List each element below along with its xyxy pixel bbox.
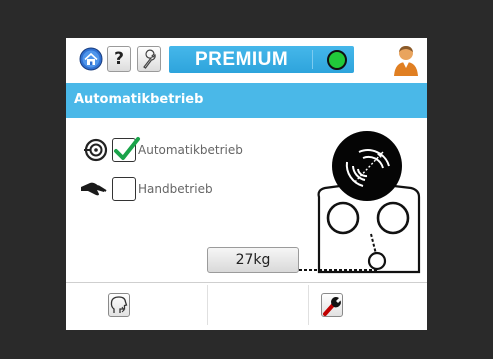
divider [308,285,309,325]
page-title: Automatikbetrieb [74,92,204,107]
user-avatar-icon[interactable] [392,43,420,77]
premium-banner: PREMIUM [169,46,354,73]
weight-display[interactable]: 27kg [207,247,299,273]
weight-connector [299,269,377,271]
help-button[interactable]: ? [107,46,131,72]
speech-head-icon [110,296,128,313]
settings-button[interactable] [321,293,343,317]
auto-spiral-icon [84,138,108,162]
device-screen: ? PREMIUM Automatikbetrieb Automatikbetr… [66,38,427,330]
checkmark-icon [114,137,140,160]
hand-icon [81,182,107,196]
wrench-outline-icon [143,49,156,69]
home-button[interactable] [79,46,103,72]
help-icon: ? [114,49,124,69]
voice-button[interactable] [108,293,130,317]
manual-mode-label: Handbetrieb [138,182,213,196]
weight-value: 27kg [235,252,271,268]
right-roller [376,201,410,235]
divider [312,50,313,69]
auto-mode-option[interactable]: Automatikbetrieb [80,136,243,164]
status-led-icon [327,50,347,70]
bottom-toolbar [66,282,427,328]
auto-mode-checkbox[interactable] [112,137,140,162]
manual-mode-option[interactable]: Handbetrieb [80,175,213,203]
left-roller [326,201,360,235]
divider [207,285,208,325]
premium-label: PREMIUM [195,49,289,70]
title-bar: Automatikbetrieb [66,83,427,118]
auto-mode-label: Automatikbetrieb [138,143,243,157]
top-toolbar: ? PREMIUM [66,38,427,83]
service-button[interactable] [137,46,161,72]
home-icon [79,47,103,71]
manual-mode-checkbox[interactable] [112,177,136,201]
wrench-icon [323,297,341,316]
sensor-disc [332,131,402,201]
